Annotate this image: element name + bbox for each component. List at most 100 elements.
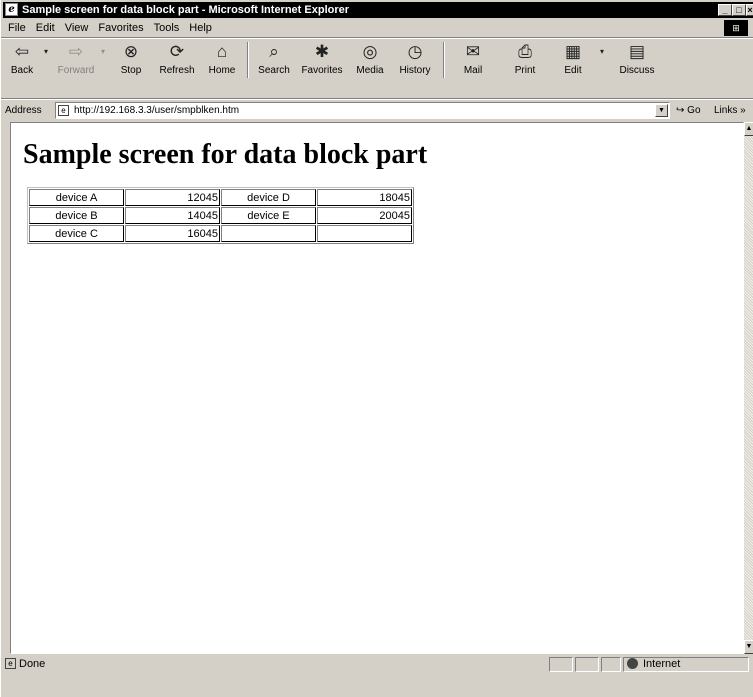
history-icon: ◷ <box>407 42 423 61</box>
page-status-icon: e <box>5 658 16 669</box>
menu-file[interactable]: File <box>3 19 31 37</box>
refresh-label: Refresh <box>159 65 195 76</box>
minimize-button[interactable]: _ <box>718 4 732 16</box>
links-button[interactable]: Links » <box>714 105 746 116</box>
scroll-up-button[interactable]: ▲ <box>744 122 753 136</box>
chevron-down-icon: ▾ <box>43 47 48 56</box>
data-block-table: device A 12045 device D 18045 device B 1… <box>27 187 414 244</box>
back-button[interactable]: ⇦ Back <box>5 39 39 81</box>
go-button[interactable]: ↪ Go <box>676 105 701 116</box>
search-label: Search <box>258 65 290 76</box>
browser-window: e Sample screen for data block part - Mi… <box>0 0 753 697</box>
favorites-button[interactable]: ✱ Favorites <box>297 39 347 81</box>
history-button[interactable]: ◷ History <box>393 39 437 81</box>
search-button[interactable]: ⌕ Search <box>252 39 296 81</box>
maximize-button[interactable]: □ <box>732 4 746 16</box>
mail-label: Mail <box>463 65 483 76</box>
window-title: Sample screen for data block part - Micr… <box>22 4 350 16</box>
menu-favorites[interactable]: Favorites <box>93 19 148 37</box>
status-text: Done <box>19 658 46 670</box>
refresh-button[interactable]: ⟳ Refresh <box>154 39 200 81</box>
mail-button[interactable]: ✉ Mail <box>449 39 497 81</box>
address-url[interactable]: http://192.168.3.3/user/smpblken.htm <box>74 105 239 116</box>
chevron-down-icon: ▾ <box>100 47 105 56</box>
table-cell: device B <box>29 207 124 224</box>
vertical-scrollbar[interactable]: ▲ ▼ <box>744 122 753 654</box>
status-pane <box>601 657 621 672</box>
status-pane <box>575 657 599 672</box>
forward-label: Forward <box>57 65 95 76</box>
address-bar: Address e http://192.168.3.3/user/smpblk… <box>3 101 753 121</box>
media-button[interactable]: ◎ Media <box>349 39 391 81</box>
table-cell: device E <box>221 207 316 224</box>
search-icon: ⌕ <box>269 42 279 61</box>
stop-button[interactable]: ⊗ Stop <box>110 39 152 81</box>
forward-dropdown[interactable]: ▾ <box>98 39 108 81</box>
print-icon: ⎙ <box>518 42 532 61</box>
address-label: Address <box>5 105 42 116</box>
table-cell: 12045 <box>125 189 220 206</box>
media-icon: ◎ <box>362 42 378 61</box>
page-content: Sample screen for data block part device… <box>10 122 744 654</box>
table-cell: device C <box>29 225 124 242</box>
back-label: Back <box>10 65 34 76</box>
toolbar-separator <box>1 98 753 100</box>
refresh-icon: ⟳ <box>169 42 185 61</box>
print-label: Print <box>514 65 536 76</box>
page-heading: Sample screen for data block part <box>23 139 428 170</box>
chevron-down-icon: ▾ <box>599 47 604 56</box>
discuss-label: Discuss <box>619 65 655 76</box>
discuss-icon: ▤ <box>628 42 646 61</box>
forward-button[interactable]: ⇨ Forward <box>55 39 97 81</box>
stop-label: Stop <box>120 65 142 76</box>
page-icon: e <box>58 105 69 116</box>
history-label: History <box>399 65 431 76</box>
table-row: device A 12045 device D 18045 <box>29 189 412 206</box>
scroll-down-button[interactable]: ▼ <box>744 640 753 654</box>
menu-tools[interactable]: Tools <box>149 19 185 37</box>
status-bar: e Done Internet <box>3 655 753 673</box>
media-label: Media <box>356 65 384 76</box>
table-cell: 14045 <box>125 207 220 224</box>
home-label: Home <box>208 65 236 76</box>
table-cell <box>317 225 412 242</box>
internet-zone-icon <box>627 658 638 669</box>
go-label: Go <box>687 105 701 116</box>
close-button[interactable]: × <box>746 4 753 16</box>
edit-icon: ▦ <box>564 42 582 61</box>
toolbar-separator <box>443 42 445 78</box>
windows-logo-icon: ⊞ <box>724 20 748 36</box>
home-button[interactable]: ⌂ Home <box>201 39 243 81</box>
mail-icon: ✉ <box>465 42 481 61</box>
table-cell: device D <box>221 189 316 206</box>
zone-pane <box>623 657 749 672</box>
back-arrow-icon: ⇦ <box>14 42 30 61</box>
menu-edit[interactable]: Edit <box>31 19 60 37</box>
address-input[interactable]: e http://192.168.3.3/user/smpblken.htm ▼ <box>55 102 670 119</box>
menu-view[interactable]: View <box>60 19 94 37</box>
favorites-icon: ✱ <box>314 42 330 61</box>
edit-dropdown[interactable]: ▾ <box>597 39 607 81</box>
title-bar: e Sample screen for data block part - Mi… <box>3 2 753 18</box>
edit-button[interactable]: ▦ Edit <box>551 39 595 81</box>
discuss-button[interactable]: ▤ Discuss <box>611 39 663 81</box>
status-pane <box>549 657 573 672</box>
favorites-label: Favorites <box>301 65 343 76</box>
table-cell: 18045 <box>317 189 412 206</box>
table-row: device C 16045 <box>29 225 412 242</box>
forward-arrow-icon: ⇨ <box>68 42 84 61</box>
links-label: Links <box>714 105 738 116</box>
standard-toolbar: ⇦ Back ▾ ⇨ Forward ▾ ⊗ Stop ⟳ Refresh ⌂ … <box>3 39 753 81</box>
zone-text: Internet <box>643 658 681 670</box>
menu-bar: File Edit View Favorites Tools Help ⊞ <box>3 19 753 37</box>
home-icon: ⌂ <box>216 42 228 61</box>
menu-help[interactable]: Help <box>184 19 217 37</box>
table-cell: 20045 <box>317 207 412 224</box>
print-button[interactable]: ⎙ Print <box>503 39 547 81</box>
back-dropdown[interactable]: ▾ <box>41 39 51 81</box>
address-dropdown-button[interactable]: ▼ <box>655 104 668 117</box>
ie-logo-icon: e <box>5 3 18 16</box>
go-arrow-icon: ↪ <box>676 105 685 116</box>
edit-label: Edit <box>564 65 582 76</box>
table-cell <box>221 225 316 242</box>
